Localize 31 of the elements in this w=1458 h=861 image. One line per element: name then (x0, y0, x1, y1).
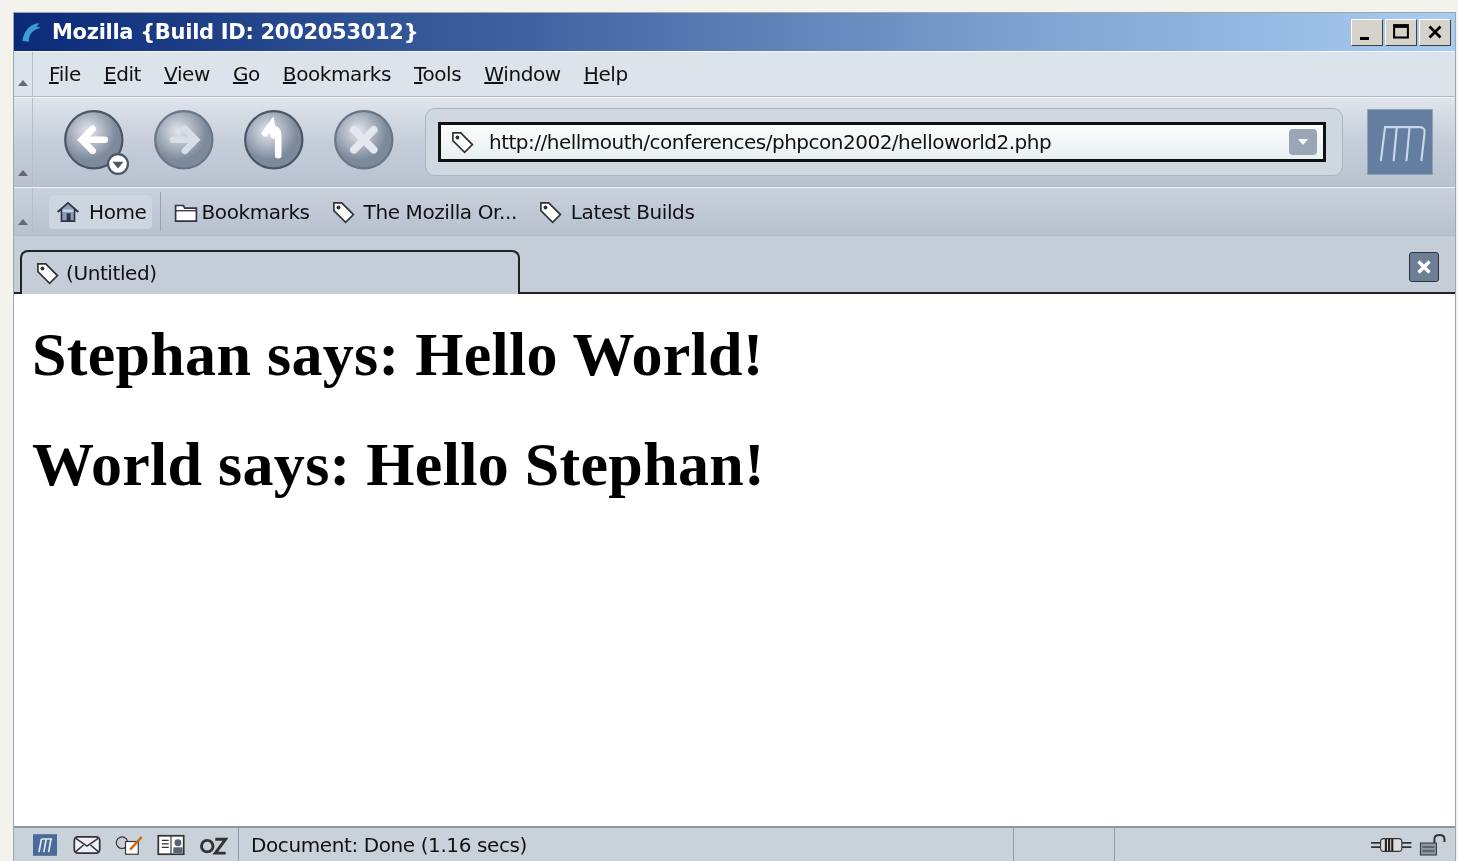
mozilla-logo[interactable] (1367, 109, 1433, 175)
maximize-button[interactable] (1385, 18, 1417, 46)
navigator-icon[interactable] (30, 833, 60, 857)
bookmark-button[interactable]: Latest Builds (530, 194, 701, 229)
close-button[interactable] (1419, 18, 1451, 46)
bookmark-button[interactable]: The Mozilla Or... (323, 194, 523, 229)
menu-item[interactable]: Tools (414, 62, 462, 86)
menu-item[interactable]: View (164, 62, 210, 86)
bookmark-button[interactable]: Bookmarks (167, 194, 316, 229)
mail-icon[interactable] (72, 833, 102, 857)
menu-item[interactable]: Edit (103, 62, 142, 86)
url-field[interactable]: http://hellmouth/conferences/phpcon2002/helloworld2.php (438, 122, 1326, 162)
menu-item[interactable]: Help (583, 62, 628, 86)
tab[interactable]: (Untitled) (20, 250, 520, 294)
close-tab-button[interactable] (1409, 252, 1439, 282)
status-text: Document: Done (1.16 secs) (250, 833, 528, 857)
back-button[interactable] (63, 109, 129, 175)
menu-item[interactable]: Window (484, 62, 561, 86)
bookmark-tag-icon (449, 129, 475, 155)
address-book-icon[interactable] (156, 833, 186, 857)
window-title: Mozilla {Build ID: 2002053012} (52, 20, 420, 44)
bookmark-tag-icon (34, 260, 60, 286)
page-heading: Stephan says: Hello World! (32, 320, 765, 389)
bookmark-button[interactable]: Home (49, 194, 153, 229)
minimize-icon (1359, 36, 1369, 40)
composer-icon[interactable] (114, 833, 144, 857)
menu-item[interactable]: Bookmarks (282, 62, 391, 86)
page-heading: World says: Hello Stephan! (32, 430, 766, 499)
menu-item[interactable]: File (49, 62, 81, 86)
menu-item[interactable]: Go (232, 62, 260, 86)
minimize-button[interactable] (1351, 18, 1383, 46)
